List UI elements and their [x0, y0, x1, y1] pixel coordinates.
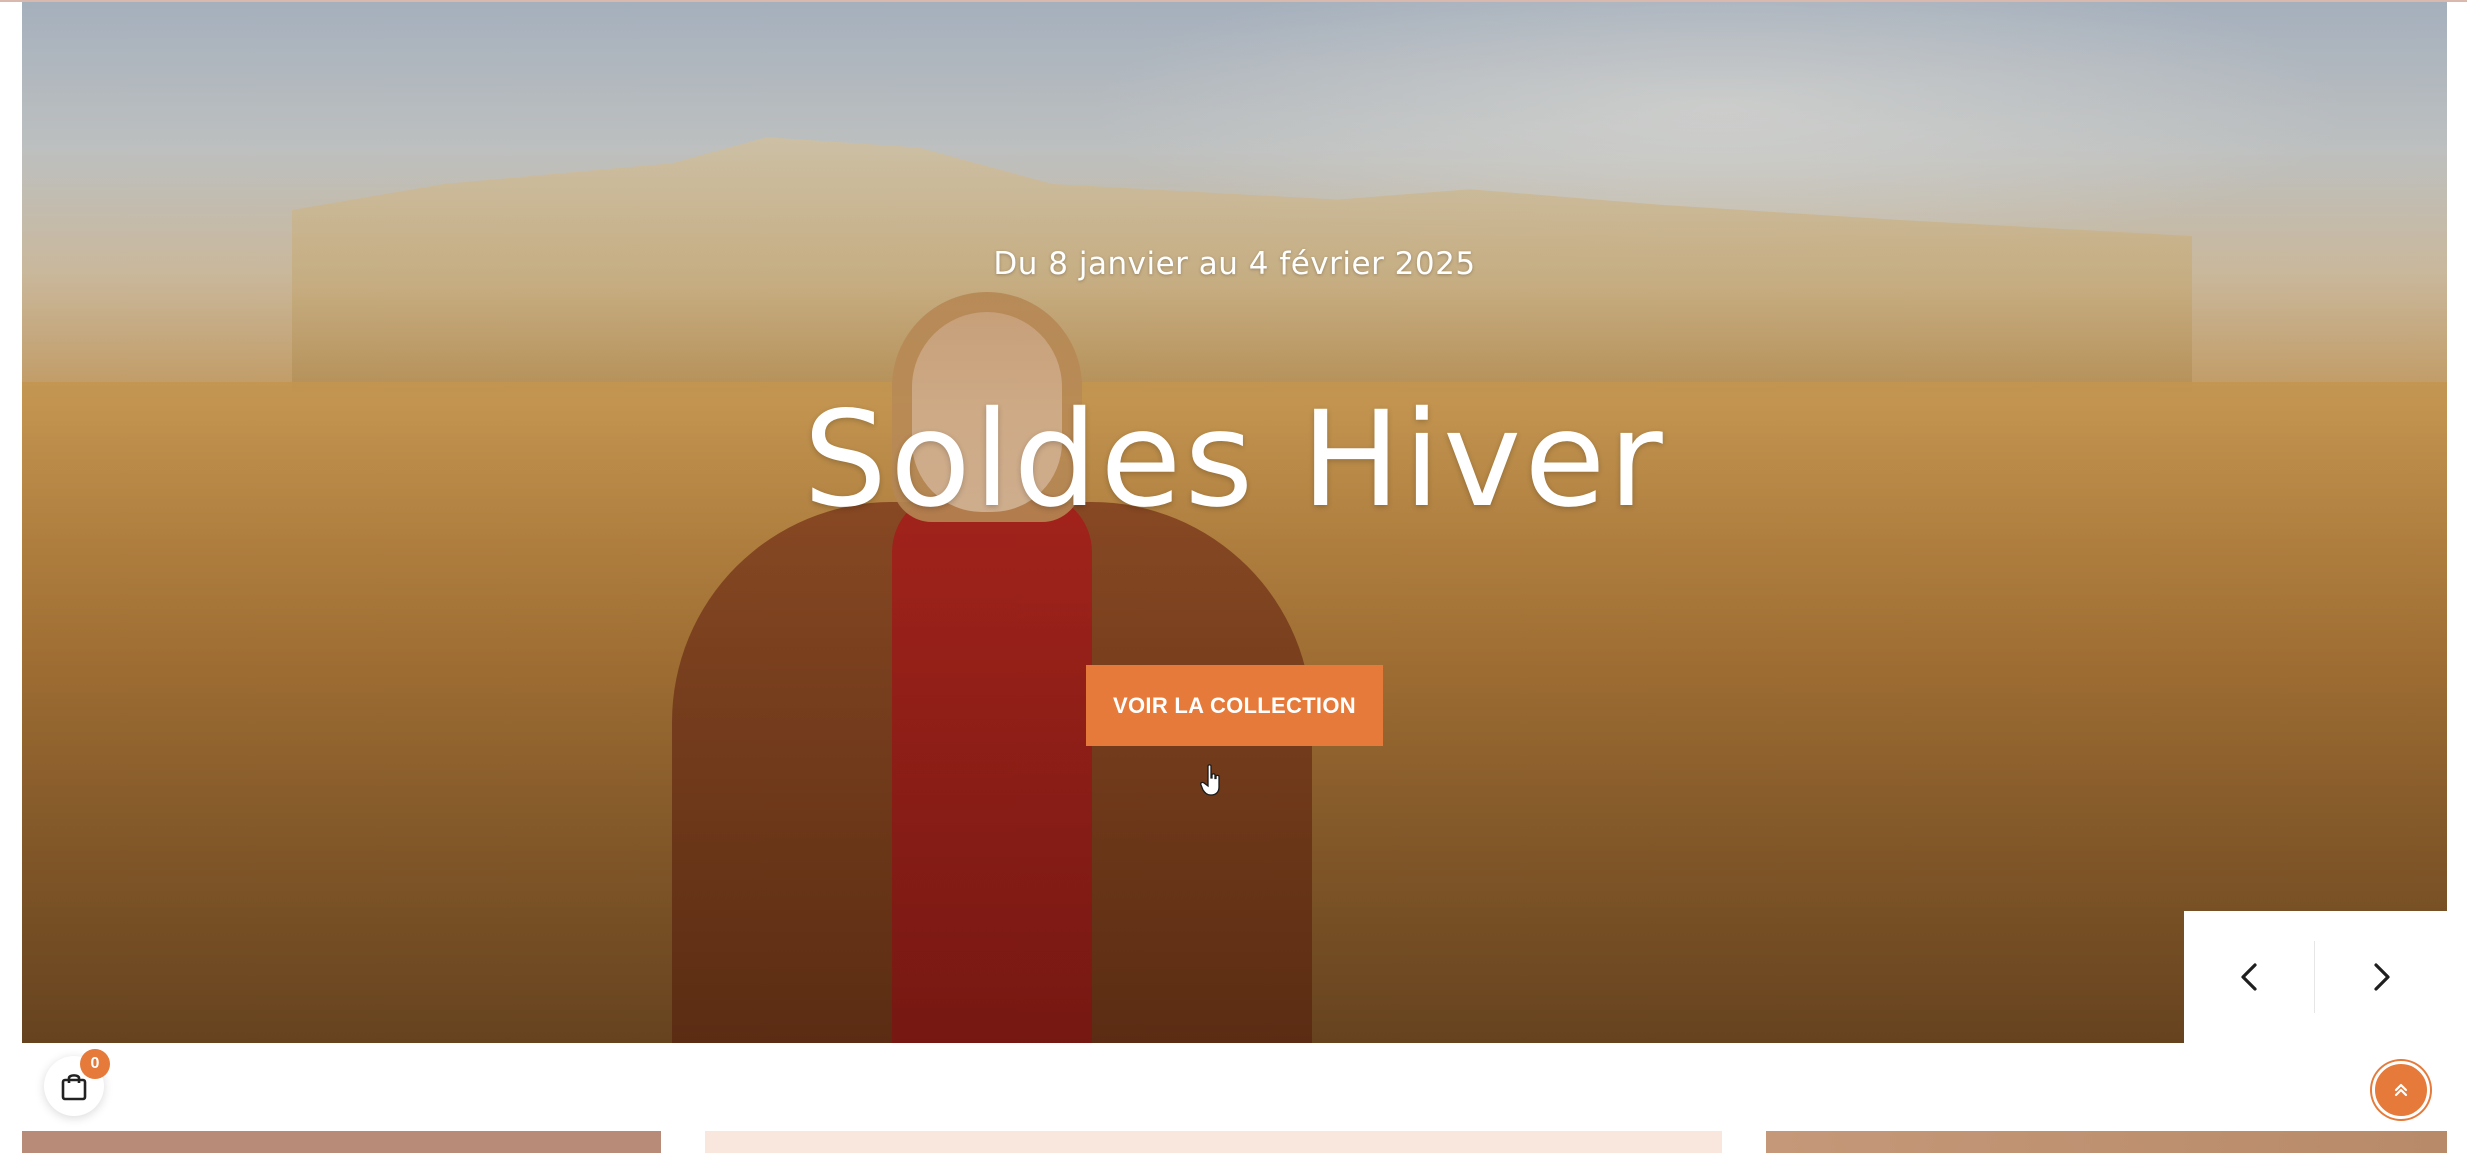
cart-count-badge: 0: [80, 1049, 110, 1079]
category-tile-3[interactable]: [1766, 1131, 2447, 1153]
view-collection-button[interactable]: VOIR LA COLLECTION: [1086, 665, 1383, 746]
back-to-top-button[interactable]: [2372, 1061, 2430, 1119]
hero-subtitle: Du 8 janvier au 4 février 2025: [993, 246, 1476, 282]
slider-navigation: [2184, 911, 2447, 1043]
chevron-right-icon: [2374, 963, 2390, 991]
slider-next-button[interactable]: [2317, 911, 2447, 1043]
slider-nav-divider: [2314, 941, 2315, 1013]
hand-cursor-icon: [1200, 764, 1220, 796]
shopping-bag-icon: [61, 1074, 87, 1101]
slider-prev-button[interactable]: [2184, 911, 2314, 1043]
chevron-left-icon: [2241, 963, 2257, 991]
category-tile-1[interactable]: [22, 1131, 661, 1153]
double-chevron-up-icon: [2394, 1083, 2408, 1097]
category-tile-2[interactable]: [705, 1131, 1722, 1153]
hero-title: Soldes Hiver: [803, 383, 1666, 537]
